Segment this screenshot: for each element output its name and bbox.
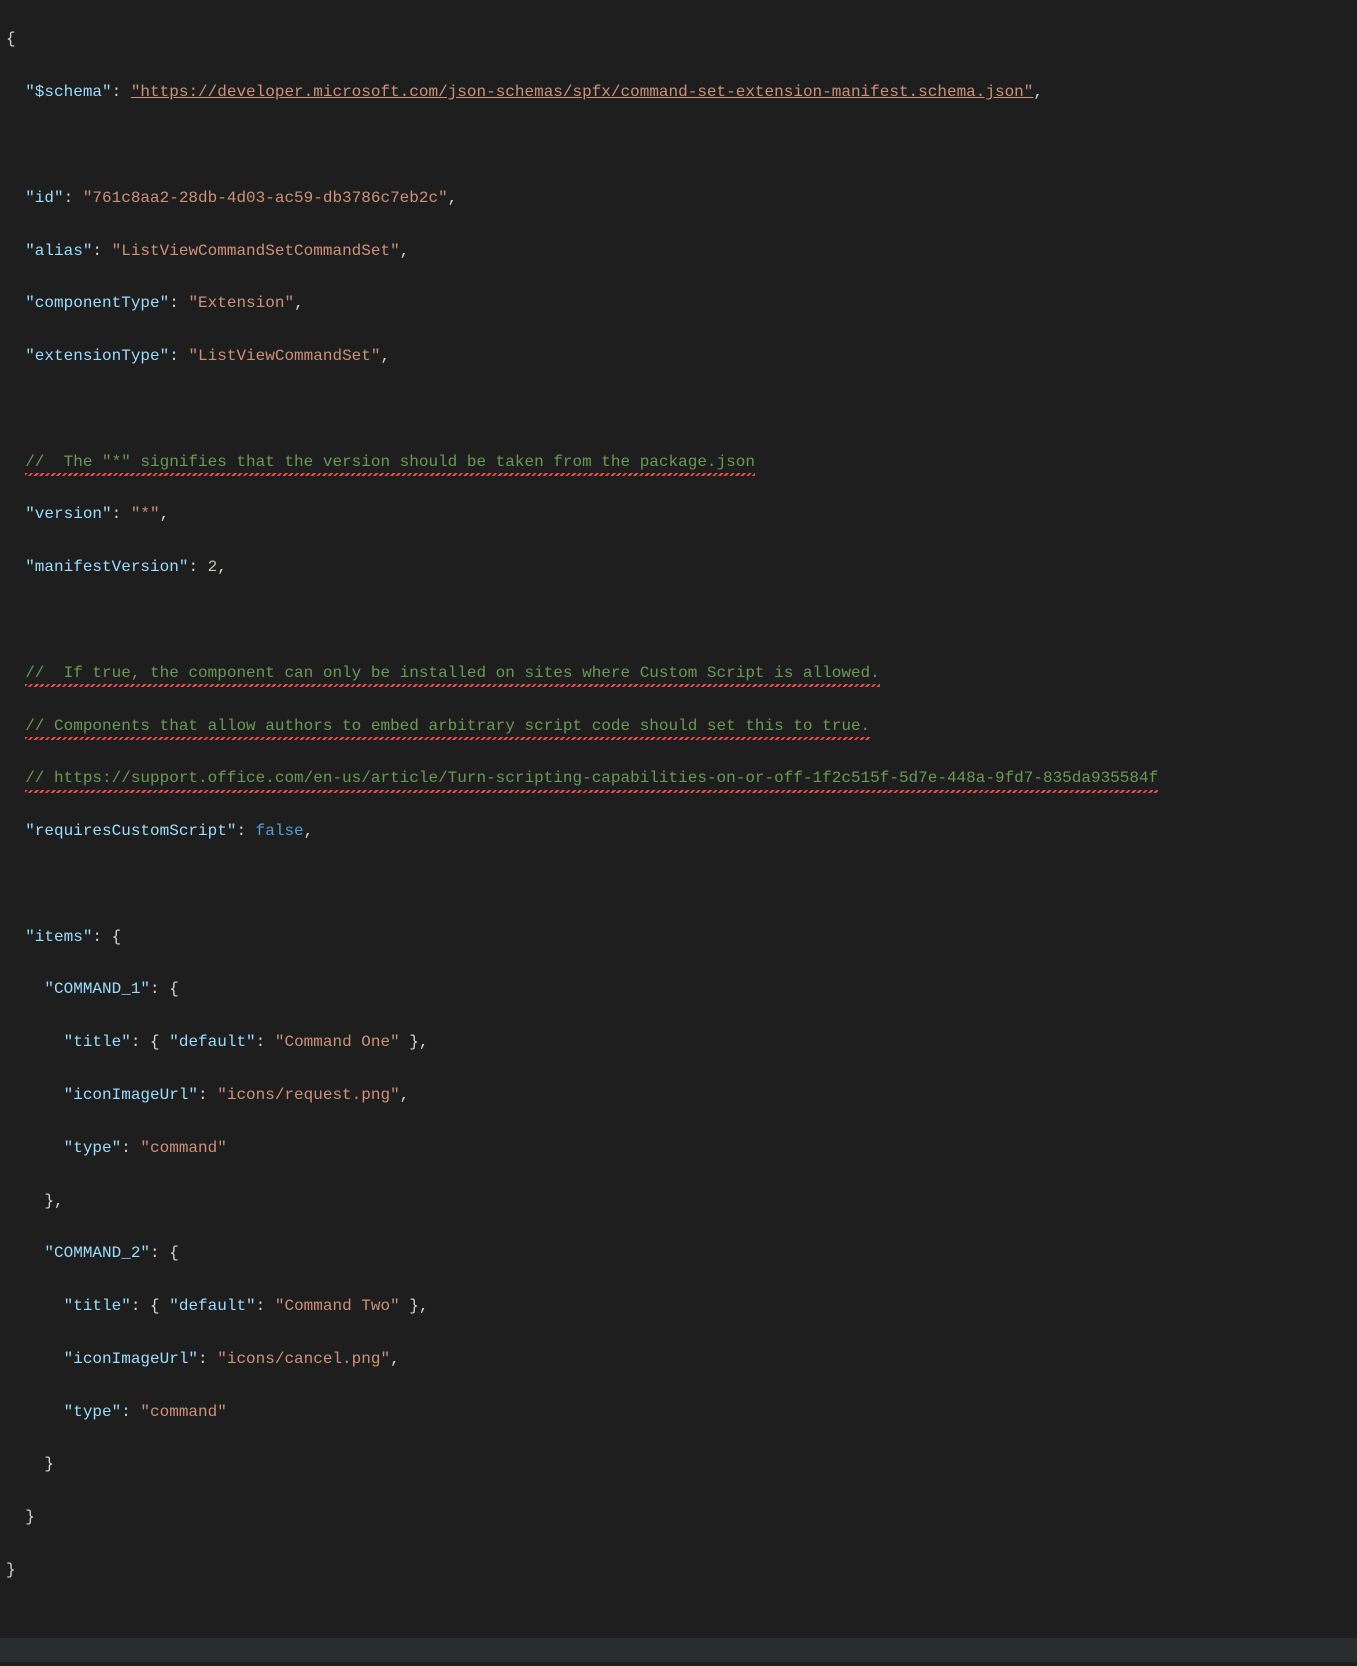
json-value-componenttype: "Extension" [188,294,294,312]
code-line[interactable]: } [0,1504,1357,1530]
json-key-default: "default" [169,1297,255,1315]
json-key-title: "title" [64,1033,131,1051]
code-line[interactable]: "title": { "default": "Command One" }, [0,1029,1357,1055]
json-value-schema-url[interactable]: "https://developer.microsoft.com/json-sc… [131,83,1034,101]
code-line[interactable]: "$schema": "https://developer.microsoft.… [0,79,1357,105]
json-value-type: "command" [140,1139,226,1157]
code-line[interactable]: { [0,26,1357,52]
json-key-componenttype: "componentType" [25,294,169,312]
comment-version: // The "*" signifies that the version sh… [25,449,755,475]
code-line[interactable]: "iconImageUrl": "icons/cancel.png", [0,1346,1357,1372]
json-key-command2: "COMMAND_2" [44,1244,150,1262]
code-line[interactable]: "iconImageUrl": "icons/request.png", [0,1082,1357,1108]
code-line[interactable]: } [0,1557,1357,1583]
json-value-requirescustomscript: false [256,822,304,840]
json-key-type: "type" [64,1139,122,1157]
json-key-default: "default" [169,1033,255,1051]
code-line[interactable] [0,607,1357,633]
brace-close: } [6,1561,16,1579]
json-key-iconimageurl: "iconImageUrl" [64,1350,198,1368]
code-line[interactable]: "version": "*", [0,501,1357,527]
comment-customscript-2: // Components that allow authors to embe… [25,713,870,739]
comment-customscript-1: // If true, the component can only be in… [25,660,880,686]
code-line[interactable]: "COMMAND_2": { [0,1240,1357,1266]
json-value-cmd2-title: "Command Two" [275,1297,400,1315]
json-key-iconimageurl: "iconImageUrl" [64,1086,198,1104]
code-editor[interactable]: { "$schema": "https://developer.microsof… [0,0,1357,1666]
json-value-extensiontype: "ListViewCommandSet" [188,347,380,365]
json-key-command1: "COMMAND_1" [44,980,150,998]
json-value-type: "command" [140,1403,226,1421]
json-value-version: "*" [131,505,160,523]
code-line[interactable]: "id": "761c8aa2-28db-4d03-ac59-db3786c7e… [0,185,1357,211]
code-line[interactable]: "manifestVersion": 2, [0,554,1357,580]
current-line-highlight [0,1638,1357,1662]
code-line[interactable]: "requiresCustomScript": false, [0,818,1357,844]
code-line[interactable]: // If true, the component can only be in… [0,660,1357,686]
code-line[interactable]: "alias": "ListViewCommandSetCommandSet", [0,238,1357,264]
comment-customscript-3: // https://support.office.com/en-us/arti… [25,765,1158,791]
json-key-extensiontype: "extensionType" [25,347,169,365]
code-line[interactable] [0,132,1357,158]
json-key-id: "id" [25,189,63,207]
json-key-items: "items" [25,928,92,946]
json-key-title: "title" [64,1297,131,1315]
code-line[interactable]: "title": { "default": "Command Two" }, [0,1293,1357,1319]
json-key-alias: "alias" [25,242,92,260]
json-value-cmd1-icon: "icons/request.png" [217,1086,399,1104]
json-value-id: "761c8aa2-28db-4d03-ac59-db3786c7eb2c" [83,189,448,207]
json-value-cmd1-title: "Command One" [275,1033,400,1051]
json-key-type: "type" [64,1403,122,1421]
code-line[interactable]: // Components that allow authors to embe… [0,713,1357,739]
code-line[interactable]: "componentType": "Extension", [0,290,1357,316]
json-key-version: "version" [25,505,111,523]
json-key-schema: "$schema" [25,83,111,101]
json-key-manifestversion: "manifestVersion" [25,558,188,576]
code-line[interactable]: "COMMAND_1": { [0,976,1357,1002]
json-value-cmd2-icon: "icons/cancel.png" [217,1350,390,1368]
code-line[interactable] [0,396,1357,422]
code-line[interactable]: "type": "command" [0,1135,1357,1161]
code-line[interactable]: }, [0,1188,1357,1214]
code-line[interactable]: // The "*" signifies that the version sh… [0,449,1357,475]
code-line[interactable]: } [0,1451,1357,1477]
code-line[interactable]: "extensionType": "ListViewCommandSet", [0,343,1357,369]
code-line[interactable]: "items": { [0,924,1357,950]
json-value-alias: "ListViewCommandSetCommandSet" [112,242,400,260]
code-line[interactable]: // https://support.office.com/en-us/arti… [0,765,1357,791]
json-key-requirescustomscript: "requiresCustomScript" [25,822,236,840]
code-line[interactable]: "type": "command" [0,1399,1357,1425]
code-line[interactable] [0,871,1357,897]
brace-open: { [6,30,16,48]
json-value-manifestversion: 2 [208,558,218,576]
